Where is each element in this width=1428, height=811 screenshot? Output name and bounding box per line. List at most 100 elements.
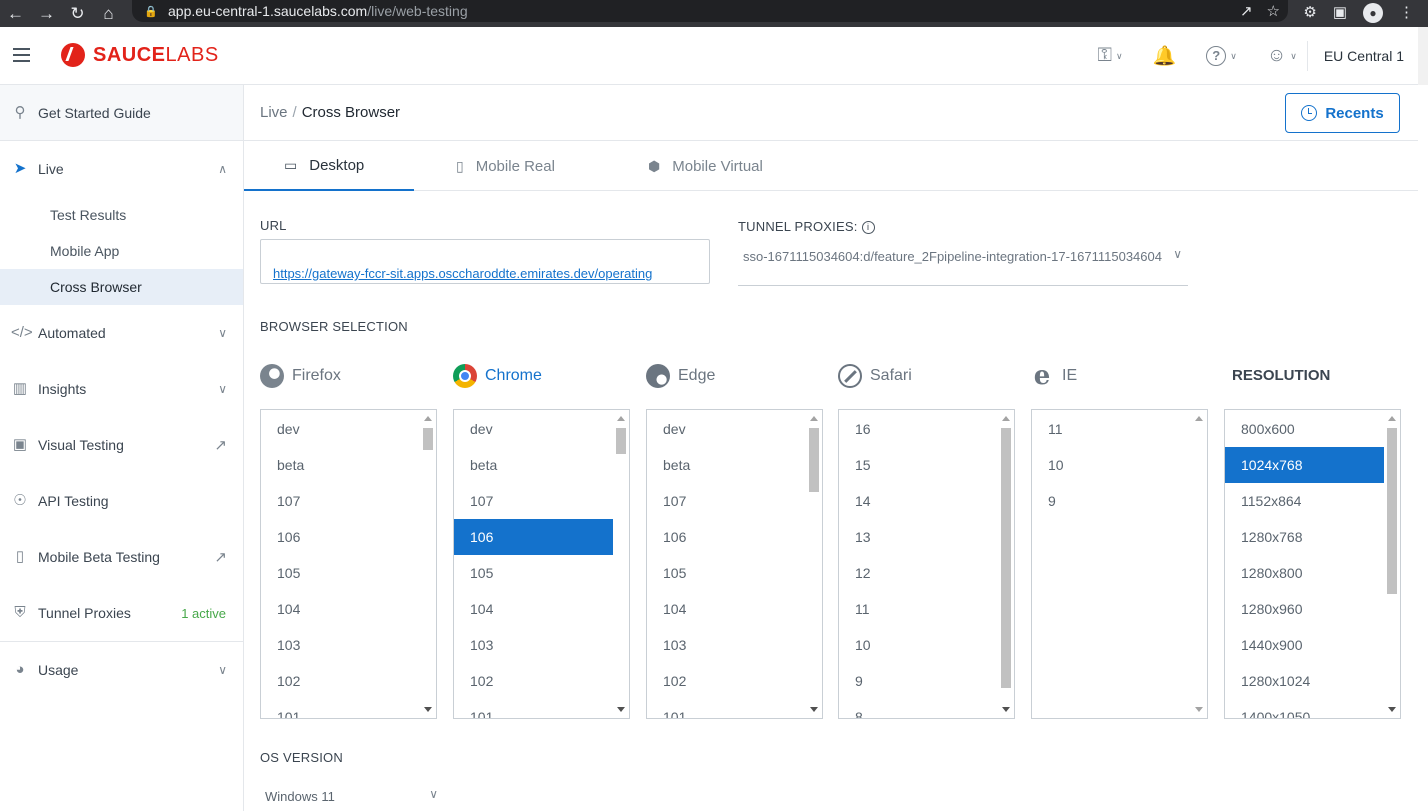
version-option[interactable]: 107 — [261, 483, 421, 519]
version-option[interactable]: 10 — [839, 627, 999, 663]
url-input[interactable]: https://gateway-fccr-sit.apps.osccharodd… — [260, 239, 710, 284]
account-dropdown[interactable]: ☺ ∨ — [1267, 45, 1297, 67]
version-option[interactable]: 104 — [647, 591, 807, 627]
version-option[interactable]: 14 — [839, 483, 999, 519]
version-option[interactable]: 101 — [261, 699, 421, 718]
scrollbar-thumb[interactable] — [1387, 428, 1397, 594]
safari-version-list[interactable]: 16 15 14 13 12 11 10 9 8 — [838, 409, 1015, 719]
scroll-up-arrow-icon[interactable] — [424, 416, 432, 421]
sidebar-subitem-test-results[interactable]: Test Results — [0, 197, 243, 233]
version-option[interactable]: 105 — [454, 555, 614, 591]
resolution-option[interactable]: 1152x864 — [1225, 483, 1385, 519]
version-option[interactable]: 10 — [1032, 447, 1192, 483]
tab-mobile-real[interactable]: ▯ Mobile Real — [456, 141, 555, 191]
notifications-button[interactable]: 🔔 — [1153, 44, 1177, 68]
version-option[interactable]: 102 — [454, 663, 614, 699]
version-option[interactable]: 105 — [647, 555, 807, 591]
version-option[interactable]: 106 — [647, 519, 807, 555]
scroll-down-arrow-icon[interactable] — [1388, 707, 1396, 712]
os-version-select[interactable]: Windows 11 ∨ — [260, 783, 442, 811]
version-option[interactable]: 11 — [839, 591, 999, 627]
back-icon[interactable]: ← — [0, 4, 31, 24]
scroll-down-arrow-icon[interactable] — [424, 707, 432, 712]
version-option[interactable]: 11 — [1032, 411, 1192, 447]
edge-list-scrollbar[interactable] — [806, 410, 822, 718]
version-option[interactable]: 12 — [839, 555, 999, 591]
version-option[interactable]: 103 — [261, 627, 421, 663]
access-key-dropdown[interactable]: ⚿ ∨ — [1098, 45, 1123, 67]
saucelabs-logo[interactable]: SAUCELABS — [61, 43, 219, 67]
page-scrollbar[interactable] — [1418, 85, 1428, 811]
tab-mobile-virtual[interactable]: ⬢ Mobile Virtual — [648, 141, 763, 191]
tab-desktop[interactable]: ▭ Desktop — [244, 141, 414, 191]
chrome-list-scrollbar[interactable] — [613, 410, 629, 718]
resolution-option[interactable]: 1280x800 — [1225, 555, 1385, 591]
scroll-up-arrow-icon[interactable] — [617, 416, 625, 421]
resolution-option[interactable]: 800x600 — [1225, 411, 1385, 447]
resolution-option[interactable]: 1280x768 — [1225, 519, 1385, 555]
forward-icon[interactable]: → — [31, 4, 62, 24]
scroll-up-arrow-icon[interactable] — [810, 416, 818, 421]
resolution-option[interactable]: 1280x960 — [1225, 591, 1385, 627]
sidebar-item-api-testing[interactable]: ☉ API Testing — [0, 473, 243, 529]
address-bar[interactable]: 🔒 app.eu-central-1.saucelabs.com/live/we… — [132, 0, 1288, 22]
scroll-up-arrow-icon[interactable] — [1388, 416, 1396, 421]
more-menu-icon[interactable]: ⋮ — [1399, 3, 1414, 23]
version-option[interactable]: 106 — [261, 519, 421, 555]
resolution-option[interactable]: 1400x1050 — [1225, 699, 1385, 718]
version-option[interactable]: 102 — [261, 663, 421, 699]
firefox-version-list[interactable]: dev beta 107 106 105 104 103 102 101 — [260, 409, 437, 719]
version-option[interactable]: 102 — [647, 663, 807, 699]
version-option[interactable]: 104 — [261, 591, 421, 627]
sidebar-item-mobile-beta-testing[interactable]: ▯ Mobile Beta Testing ↗ — [0, 529, 243, 585]
sidebar-item-usage[interactable]: ◕ Usage ∨ — [0, 642, 243, 698]
version-option[interactable]: 101 — [454, 699, 614, 718]
version-option[interactable]: beta — [454, 447, 614, 483]
recents-button[interactable]: Recents — [1285, 93, 1400, 133]
sidebar-item-insights[interactable]: ▥ Insights ∨ — [0, 361, 243, 417]
share-icon[interactable]: ↗ — [1240, 2, 1253, 20]
scrollbar-thumb[interactable] — [1001, 428, 1011, 688]
version-option[interactable]: 104 — [454, 591, 614, 627]
version-option[interactable]: 103 — [454, 627, 614, 663]
resolution-list-scrollbar[interactable] — [1384, 410, 1400, 718]
reload-icon[interactable]: ↻ — [62, 4, 93, 24]
version-option[interactable]: beta — [647, 447, 807, 483]
scroll-up-arrow-icon[interactable] — [1002, 416, 1010, 421]
version-option[interactable]: 105 — [261, 555, 421, 591]
resolution-list[interactable]: 800x600 1024x768 1152x864 1280x768 1280x… — [1224, 409, 1401, 719]
version-option[interactable]: dev — [454, 411, 614, 447]
firefox-list-scrollbar[interactable] — [420, 410, 436, 718]
scrollbar-thumb[interactable] — [809, 428, 819, 492]
version-option[interactable]: 9 — [1032, 483, 1192, 519]
version-option[interactable]: 13 — [839, 519, 999, 555]
bookmark-star-icon[interactable]: ☆ — [1267, 2, 1280, 20]
sidebar-item-tunnel-proxies[interactable]: ⛨ Tunnel Proxies 1 active — [0, 585, 243, 641]
region-selector[interactable]: EU Central 1 — [1306, 41, 1418, 71]
extensions-icon[interactable]: ⚙ — [1303, 3, 1316, 23]
home-icon[interactable]: ⌂ — [93, 4, 124, 24]
help-dropdown[interactable]: ? ∨ — [1206, 46, 1237, 66]
sidebar-subitem-cross-browser[interactable]: Cross Browser — [0, 269, 243, 305]
version-option[interactable]: 107 — [454, 483, 614, 519]
version-option[interactable]: dev — [647, 411, 807, 447]
sidebar-subitem-mobile-app[interactable]: Mobile App — [0, 233, 243, 269]
sidebar-item-automated[interactable]: </> Automated ∨ — [0, 305, 243, 361]
version-option-selected[interactable]: 106 — [454, 519, 614, 555]
version-option[interactable]: 101 — [647, 699, 807, 718]
version-option[interactable]: 103 — [647, 627, 807, 663]
scroll-down-arrow-icon[interactable] — [1002, 707, 1010, 712]
version-option[interactable]: 16 — [839, 411, 999, 447]
profile-icon[interactable]: ● — [1363, 3, 1383, 23]
version-option[interactable]: 15 — [839, 447, 999, 483]
version-option[interactable]: beta — [261, 447, 421, 483]
breadcrumb-live[interactable]: Live — [260, 104, 288, 121]
sidebar-item-visual-testing[interactable]: ▣ Visual Testing ↗ — [0, 417, 243, 473]
sidebar-item-get-started[interactable]: ⚲ Get Started Guide — [0, 85, 243, 141]
resolution-option-selected[interactable]: 1024x768 — [1225, 447, 1385, 483]
menu-icon[interactable] — [13, 48, 30, 62]
edge-version-list[interactable]: dev beta 107 106 105 104 103 102 101 — [646, 409, 823, 719]
chrome-version-list[interactable]: dev beta 107 106 105 104 103 102 101 — [453, 409, 630, 719]
scrollbar-thumb[interactable] — [423, 428, 433, 450]
safari-list-scrollbar[interactable] — [998, 410, 1014, 718]
